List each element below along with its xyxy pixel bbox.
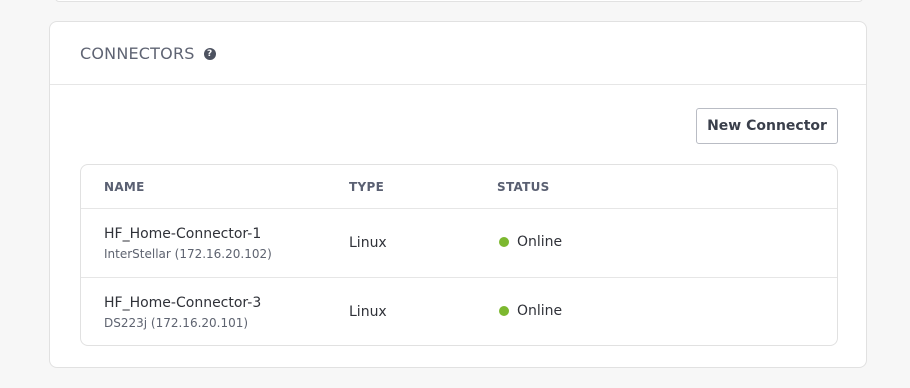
table-header: NAME TYPE STATUS bbox=[81, 165, 837, 209]
status-label: Online bbox=[517, 234, 563, 250]
column-header-status[interactable]: STATUS bbox=[497, 180, 550, 194]
online-status-icon bbox=[499, 237, 509, 247]
connectors-panel: CONNECTORS ? New Connector NAME TYPE STA… bbox=[49, 21, 867, 368]
connector-name-cell: HF_Home-Connector-3 DS223j (172.16.20.10… bbox=[104, 294, 261, 331]
new-connector-button[interactable]: New Connector bbox=[696, 108, 838, 144]
connector-status: Online bbox=[499, 234, 562, 250]
previous-panel-edge bbox=[55, 0, 863, 2]
table-row[interactable]: HF_Home-Connector-1 InterStellar (172.16… bbox=[81, 209, 837, 278]
table-row[interactable]: HF_Home-Connector-3 DS223j (172.16.20.10… bbox=[81, 278, 837, 345]
connector-host: InterStellar (172.16.20.102) bbox=[104, 247, 272, 261]
connector-name[interactable]: HF_Home-Connector-3 bbox=[104, 294, 261, 312]
connector-type: Linux bbox=[349, 304, 387, 320]
status-label: Online bbox=[517, 303, 563, 319]
panel-header: CONNECTORS ? bbox=[50, 22, 866, 85]
connector-name[interactable]: HF_Home-Connector-1 bbox=[104, 225, 272, 243]
connector-host: DS223j (172.16.20.101) bbox=[104, 316, 249, 330]
connectors-table: NAME TYPE STATUS HF_Home-Connector-1 Int… bbox=[80, 164, 838, 346]
connector-type: Linux bbox=[349, 235, 387, 251]
panel-title: CONNECTORS bbox=[80, 43, 195, 63]
column-header-name[interactable]: NAME bbox=[104, 180, 145, 194]
column-header-type[interactable]: TYPE bbox=[349, 180, 384, 194]
online-status-icon bbox=[499, 306, 509, 316]
connector-status: Online bbox=[499, 303, 562, 319]
connector-name-cell: HF_Home-Connector-1 InterStellar (172.16… bbox=[104, 225, 272, 262]
question-circle-icon[interactable]: ? bbox=[203, 48, 216, 60]
